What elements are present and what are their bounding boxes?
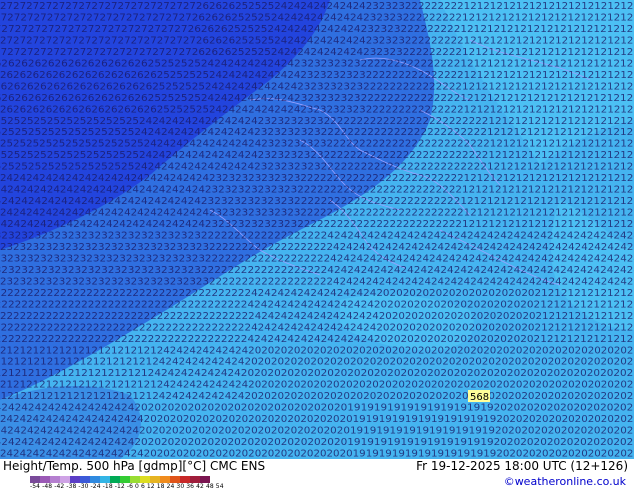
colorbar (30, 476, 210, 483)
isoline-label-row: 2424242424242424242424202020202020202020… (0, 449, 634, 459)
colorbar-swatch (160, 476, 170, 483)
isoline-label-row: 2424242424242424242424242424242423232323… (0, 208, 634, 219)
isoline-label-row: 2525252525252525252525242424242424242424… (0, 116, 634, 127)
isoline-label-row: 2626262626262626262626262525252524242424… (0, 70, 634, 81)
isoline-label-row: 2121212121212121212121212424242424242420… (0, 380, 634, 391)
isoline-label-row: 2323232323232323232323232323232322222222… (0, 276, 634, 287)
isoline-label-row: 2121212121212121212121212424242424242420… (0, 357, 634, 368)
colorbar-swatch (80, 476, 90, 483)
isoline-label-row: 2727272727272727272727272727272626262525… (0, 1, 634, 12)
colorbar-swatch (190, 476, 200, 483)
colorbar-swatch (110, 476, 120, 483)
isoline-label-row: 2424242424242424242424242424242423232323… (0, 219, 634, 230)
isoline-label-row: 2424242424242424242424202020202020202020… (0, 437, 634, 448)
isoline-label-row: 2222222222222222222222222222222222222224… (0, 288, 634, 299)
isoline-label-row: 2525252525252525252525242424242424242424… (0, 139, 634, 150)
colorbar-swatch (40, 476, 50, 483)
map-title: Height/Temp. 500 hPa [gdmp][°C] CMC ENS (3, 459, 266, 473)
isoline-label-row: 2121212121212121212121212424242424242420… (0, 368, 634, 379)
colorbar-labels: -54 -48 -42 -38 -30 -24 -18 -12 -6 0 6 1… (30, 483, 224, 490)
footer-bar: Height/Temp. 500 hPa [gdmp][°C] CMC ENS … (0, 459, 634, 490)
isoline-label-row: 2727272727272727272727272727272626262525… (0, 35, 634, 46)
isoline-labels: 2727272727272727272727272727272626262525… (0, 1, 634, 459)
isoline-label-row: 2424242424242424242424242424242423232323… (0, 185, 634, 196)
colorbar-swatch (30, 476, 40, 483)
isoline-label-row: 2424242424242424242424202020202020202020… (0, 403, 634, 414)
isoline-label-row: 2121212121212121212121212424242424242420… (0, 391, 634, 402)
colorbar-swatch (50, 476, 60, 483)
isoline-label-row: 2424242424242424242424202020202020202020… (0, 414, 634, 425)
colorbar-swatch (100, 476, 110, 483)
isoline-label-row: 2626262626262626262626262525252524242424… (0, 81, 634, 92)
valid-time: Fr 19-12-2025 18:00 UTC (12+126) (416, 459, 628, 473)
contour-marker-568: 568 (470, 392, 489, 403)
isoline-label-row: 2222222222222222222222222222222222222224… (0, 334, 634, 345)
isoline-label-row: 2525252525252525252525242424242424242424… (0, 150, 634, 161)
isoline-label-row: 2424242424242424242424242424242423232323… (0, 173, 634, 184)
isoline-label-row: 2626262626262626262626262525252524242424… (0, 58, 634, 69)
colorbar-swatch (150, 476, 160, 483)
isoline-label-row: 2626262626262626262626262525252524242424… (0, 104, 634, 115)
isoline-label-row: 2424242424242424242424202020202020202020… (0, 426, 634, 437)
colorbar-swatch (90, 476, 100, 483)
colorbar-swatch (70, 476, 80, 483)
isoline-label-row: 2525252525252525252525242424242424242424… (0, 127, 634, 138)
isoline-label-row: 2727272727272727272727272727272626262525… (0, 12, 634, 23)
colorbar-swatch (180, 476, 190, 483)
isoline-label-row: 2323232323232323232323232323232322222222… (0, 231, 634, 242)
isoline-label-row: 2222222222222222222222222222222222222224… (0, 322, 634, 333)
isoline-label-row: 2525252525252525252525242424242424242424… (0, 162, 634, 173)
isoline-label-row: 2121212121212121212121212424242424242420… (0, 345, 634, 356)
isoline-label-row: 2323232323232323232323232323232322222222… (0, 265, 634, 276)
isoline-label-row: 2727272727272727272727272727272626262525… (0, 47, 634, 58)
credit-link[interactable]: ©weatheronline.co.uk (504, 475, 626, 488)
isoline-label-row: 2626262626262626262626262525252524242424… (0, 93, 634, 104)
isoline-label-row: 2222222222222222222222222222222222222224… (0, 311, 634, 322)
isoline-label-row: 2727272727272727272727272727272626262525… (0, 24, 634, 35)
colorbar-swatch (130, 476, 140, 483)
colorbar-swatch (120, 476, 130, 483)
colorbar-swatch (170, 476, 180, 483)
colorbar-swatch (60, 476, 70, 483)
map-area: 2727272727272727272727272727272626262525… (0, 0, 634, 459)
isoline-label-row: 2323232323232323232323232323232322222222… (0, 242, 634, 253)
map-svg: 2727272727272727272727272727272626262525… (0, 0, 634, 459)
isoline-label-row: 2424242424242424242424242424242423232323… (0, 196, 634, 207)
colorbar-swatch (140, 476, 150, 483)
isoline-label-row: 2222222222222222222222222222222222222224… (0, 299, 634, 310)
colorbar-swatch (200, 476, 210, 483)
isoline-label-row: 2323232323232323232323232323232322222222… (0, 253, 634, 264)
